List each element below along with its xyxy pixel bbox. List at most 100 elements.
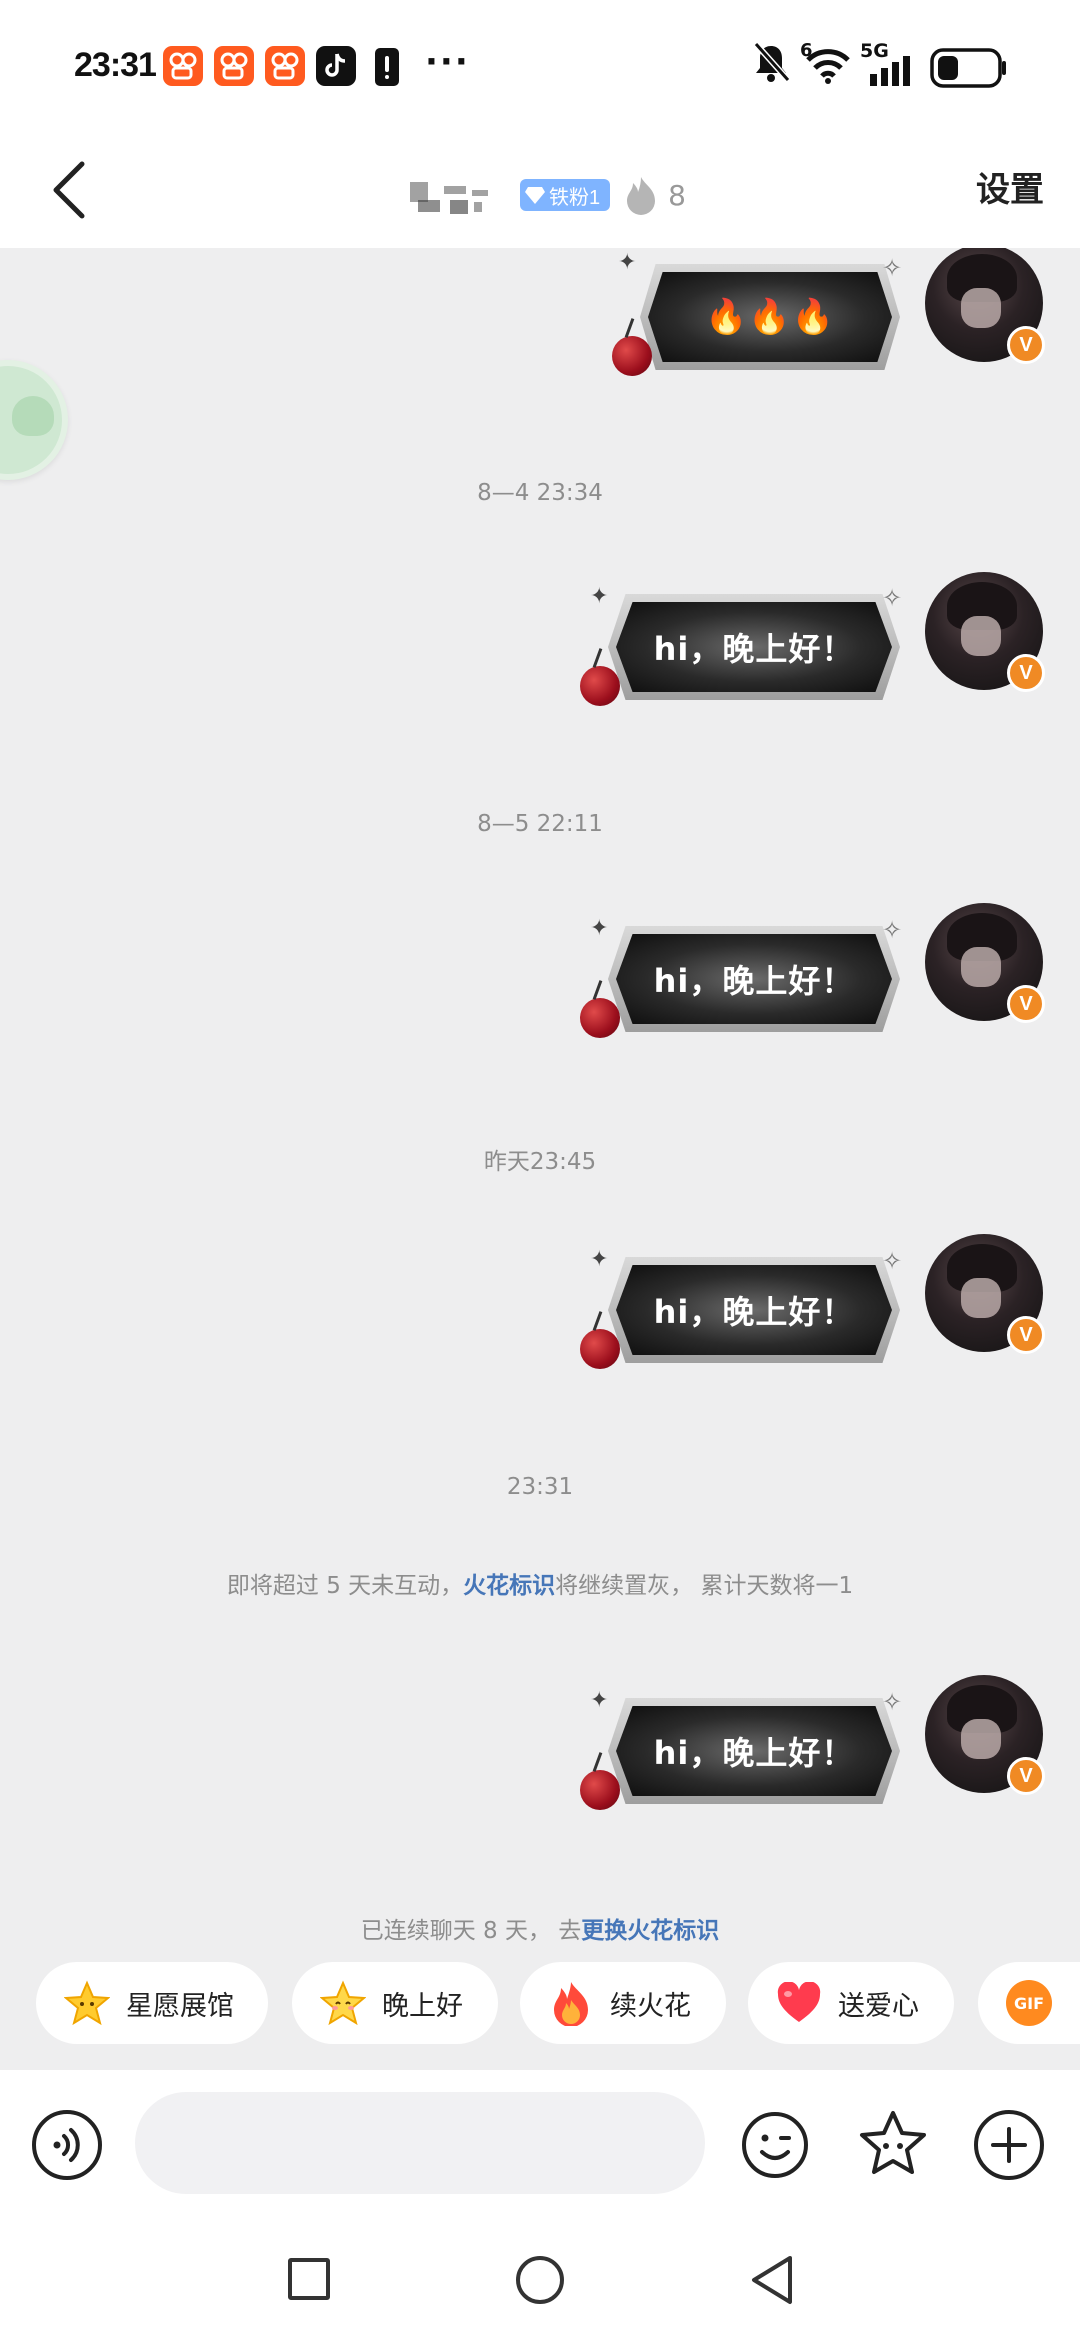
system-nav-bar <box>0 2220 1080 2337</box>
chip-label: 续火花 <box>610 1990 691 2022</box>
sparkle-icon: ✦ <box>618 250 637 275</box>
chip-label: 送爱心 <box>838 1990 919 2022</box>
message-input[interactable] <box>135 2092 705 2194</box>
chip-gif[interactable]: GIF <box>978 1962 1080 2044</box>
chip-send-love[interactable]: 送爱心 <box>748 1962 954 2044</box>
more-actions-button[interactable] <box>974 2110 1044 2180</box>
notice-prefix: 即将超过 5 天未互动， <box>226 1573 464 1599</box>
message-text: hi，晚上好！ <box>653 1293 855 1331</box>
avatar[interactable]: V <box>925 572 1045 692</box>
avatar[interactable]: V <box>925 1234 1045 1354</box>
star-icon <box>64 1980 110 2026</box>
message-timestamp: 昨天23:45 <box>483 1149 597 1175</box>
spark-badge-link[interactable]: 火花标识 <box>463 1573 555 1599</box>
back-triangle-icon[interactable] <box>748 2254 796 2306</box>
contact-name-redacted <box>410 170 510 220</box>
message-bubble[interactable]: hi，晚上好！ ✦ ✧ <box>580 1688 908 1812</box>
message-text: 🔥🔥🔥 <box>704 297 835 337</box>
sparkle-icon: ✦ <box>590 1247 609 1272</box>
spark-streak[interactable]: 8 <box>624 175 686 215</box>
chip-star-gallery[interactable]: 星愿展馆 <box>36 1962 268 2044</box>
streak-prefix: 已连续聊天 8 天， 去 <box>360 1918 582 1944</box>
cherry-decoration <box>580 1329 620 1369</box>
floating-widget[interactable] <box>0 360 68 480</box>
back-button[interactable] <box>30 150 110 230</box>
douyin-icon <box>316 46 356 86</box>
diamond-icon <box>525 187 545 204</box>
sparkle-icon: ✦ <box>590 916 609 941</box>
star-face-icon <box>320 1980 366 2026</box>
message-bubble[interactable]: hi，晚上好！ ✦ ✧ <box>580 1247 908 1371</box>
gif-label: GIF <box>1013 1993 1044 2013</box>
settings-button[interactable]: 设置 <box>976 162 1044 211</box>
avatar[interactable]: V <box>925 248 1045 364</box>
spark-warning-notice: 即将超过 5 天未互动，火花标识将继续置灰， 累计天数将一1 <box>0 1566 1080 1600</box>
emoji-button[interactable] <box>740 2110 810 2180</box>
voice-icon <box>53 2128 80 2162</box>
sticker-button[interactable] <box>856 2108 930 2182</box>
battery-alert-icon <box>375 48 399 86</box>
message-bubble[interactable]: hi，晚上好！ ✦ ✧ <box>580 584 908 708</box>
chevron-left-icon <box>53 161 85 219</box>
verified-badge: V <box>1007 654 1045 692</box>
cherry-decoration <box>580 666 620 706</box>
avatar[interactable]: V <box>925 903 1045 1023</box>
more-icon: ··· <box>425 42 470 82</box>
input-bar <box>0 2070 1080 2220</box>
wifi-icon <box>806 49 850 84</box>
chip-continue-spark[interactable]: 续火花 <box>520 1962 726 2044</box>
avatar[interactable]: V <box>925 1675 1045 1795</box>
bow-decoration: ✧ <box>882 584 903 612</box>
contact-title[interactable]: 铁粉1 8 <box>410 165 686 225</box>
message-text: hi，晚上好！ <box>653 1734 855 1772</box>
gif-icon: GIF <box>1006 1980 1052 2026</box>
message-timestamp: 8—5 22:11 <box>477 811 603 837</box>
mute-icon <box>753 42 791 82</box>
message-list[interactable]: V 🔥🔥🔥 ✦ ✧ 8—4 23:34 V hi，晚上好！ ✦ ✧ 8—5 22… <box>0 248 1080 1958</box>
cherry-decoration <box>612 336 652 376</box>
star-outline-icon <box>860 2111 926 2174</box>
bow-decoration: ✧ <box>882 916 903 944</box>
flame-icon <box>548 1980 594 2026</box>
fan-level-badge[interactable]: 铁粉1 <box>520 179 611 211</box>
emoji-icon <box>742 2112 808 2178</box>
verified-badge: V <box>1007 985 1045 1023</box>
message-text: hi，晚上好！ <box>653 962 855 1000</box>
kuaishou-icon <box>214 46 254 86</box>
chip-label: 晚上好 <box>382 1990 463 2022</box>
streak-notice: 已连续聊天 8 天， 去更换火花标识 <box>0 1911 1080 1945</box>
message-bubble[interactable]: hi，晚上好！ ✦ ✧ <box>580 916 908 1040</box>
flame-icon <box>627 177 656 215</box>
change-spark-badge-link[interactable]: 更换火花标识 <box>581 1918 719 1944</box>
sparkle-icon: ✦ <box>590 584 609 609</box>
cherry-decoration <box>580 998 620 1038</box>
verified-badge: V <box>1007 1757 1045 1795</box>
fan-badge-label: 铁粉1 <box>549 186 601 209</box>
verified-badge: V <box>1007 1316 1045 1354</box>
message-text: hi，晚上好！ <box>653 630 855 668</box>
home-button[interactable] <box>516 2256 564 2304</box>
heart-icon <box>776 1980 822 2026</box>
quick-reply-bar[interactable]: 星愿展馆 晚上好 续火花 送爱心 GIF <box>0 1958 1080 2056</box>
chip-label: 星愿展馆 <box>126 1990 234 2022</box>
status-bar: 23:31 ··· 6 5G <box>0 0 1080 140</box>
chip-good-evening[interactable]: 晚上好 <box>292 1962 498 2044</box>
kuaishou-icon <box>163 46 203 86</box>
bow-decoration: ✧ <box>882 254 903 282</box>
plus-icon <box>991 2127 1027 2163</box>
cherry-decoration <box>580 1770 620 1810</box>
sparkle-icon: ✦ <box>590 1688 609 1713</box>
status-time: 23:31 <box>74 46 157 84</box>
message-bubble[interactable]: 🔥🔥🔥 ✦ ✧ <box>612 250 908 378</box>
message-timestamp: 23:31 <box>506 1474 574 1500</box>
bow-decoration: ✧ <box>882 1688 903 1716</box>
message-timestamp: 8—4 23:34 <box>477 480 603 506</box>
chat-header: 铁粉1 8 设置 <box>0 140 1080 248</box>
verified-badge: V <box>1007 326 1045 364</box>
kuaishou-icon <box>265 46 305 86</box>
notice-suffix: 将继续置灰， 累计天数将一1 <box>555 1573 854 1599</box>
spark-count-value: 8 <box>668 178 686 212</box>
voice-button[interactable] <box>32 2110 102 2180</box>
bow-decoration: ✧ <box>882 1247 903 1275</box>
recents-button[interactable] <box>288 2258 330 2300</box>
